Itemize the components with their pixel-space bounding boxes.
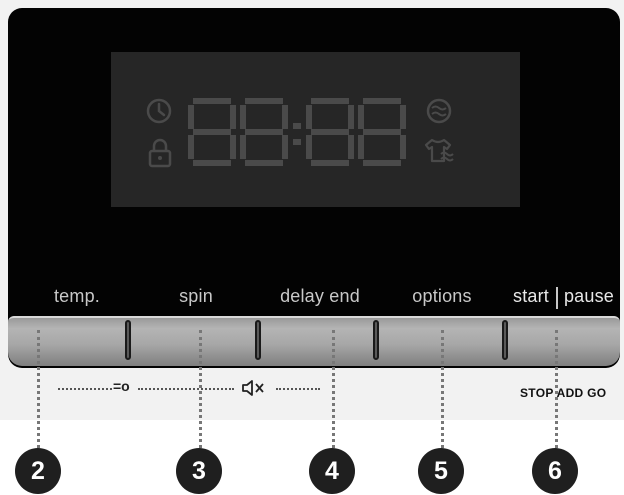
options-label: options (412, 286, 472, 306)
temperature-symbol: =o (113, 378, 130, 394)
pause-label: pause (563, 286, 615, 306)
stop-add-go-label: STOP ADD GO (520, 386, 607, 400)
callout-line-5 (441, 330, 444, 448)
button-divider (502, 320, 508, 360)
callout-badge-5: 5 (418, 448, 464, 494)
button-divider (125, 320, 131, 360)
legend-dots (138, 388, 234, 390)
callout-badge-2: 2 (15, 448, 61, 494)
delay-end-button[interactable] (260, 318, 378, 366)
callout-line-4 (332, 330, 335, 448)
legend-dots (276, 388, 320, 390)
start-pause-button[interactable] (504, 318, 620, 366)
lock-icon (148, 138, 172, 168)
spin-button[interactable] (130, 318, 260, 366)
start-label: start (512, 286, 550, 306)
spin-label: spin (179, 286, 213, 306)
digit-display (188, 98, 406, 166)
callout-badge-3: 3 (176, 448, 222, 494)
shirt-care-icon (424, 138, 454, 163)
clock-icon (146, 98, 172, 124)
button-divider (255, 320, 261, 360)
button-divider (373, 320, 379, 360)
start-pause-separator (556, 287, 558, 309)
callout-badge-6: 6 (532, 448, 578, 494)
water-wave-icon (426, 98, 452, 124)
mute-icon (242, 380, 264, 396)
button-bar (8, 316, 620, 366)
callout-line-2 (37, 330, 40, 448)
callout-badge-4: 4 (309, 448, 355, 494)
legend-dots (58, 388, 112, 390)
temp-button[interactable] (8, 318, 130, 366)
temp-label: temp. (53, 286, 101, 306)
delay-end-label: delay end (280, 286, 360, 306)
